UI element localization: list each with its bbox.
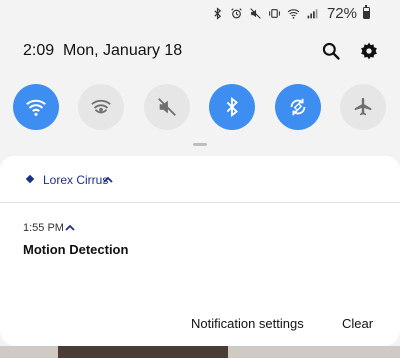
panel-header: 2:09 Mon, January 18: [0, 38, 400, 64]
battery-icon: [363, 5, 370, 19]
mute-icon: [158, 98, 176, 116]
toggle-wifi[interactable]: [13, 84, 59, 130]
notification-settings-button[interactable]: Notification settings: [191, 316, 304, 331]
wifi-icon: [26, 99, 46, 116]
bluetooth-icon: [211, 6, 224, 20]
status-bar: 72%: [0, 0, 400, 26]
signal-icon: [306, 7, 319, 20]
divider: [0, 202, 400, 203]
alarm-icon: [230, 7, 243, 20]
gear-icon: [361, 42, 377, 60]
search-icon: [322, 42, 340, 60]
battery-percent: 72%: [326, 4, 357, 22]
expand-chevron-icon[interactable]: [64, 221, 76, 233]
clock: 2:09: [23, 42, 55, 59]
wifi-icon: [287, 7, 300, 20]
background-wallpaper: [0, 346, 400, 358]
toggle-mobile-hotspot[interactable]: [78, 84, 124, 130]
vibrate-icon: [268, 7, 281, 20]
notification-app-header[interactable]: Lorex Cirrus: [0, 156, 400, 202]
bluetooth-icon: [226, 96, 238, 118]
app-icon: [25, 174, 35, 184]
notification-card[interactable]: Lorex Cirrus 1:55 PM Motion Detection No…: [0, 156, 400, 346]
clear-button[interactable]: Clear: [342, 316, 373, 331]
collapse-chevron-icon[interactable]: [102, 173, 114, 185]
toggle-auto-rotate[interactable]: [275, 84, 321, 130]
mute-icon: [249, 7, 262, 20]
search-button[interactable]: [319, 39, 343, 63]
notification-title: Motion Detection: [23, 242, 129, 257]
rotate-icon: [290, 98, 306, 116]
panel-drag-handle[interactable]: [193, 143, 207, 146]
date: Mon, January 18: [63, 42, 183, 59]
toggle-bluetooth[interactable]: [209, 84, 255, 130]
app-name: Lorex Cirrus: [43, 173, 109, 187]
toggle-sound[interactable]: [144, 84, 190, 130]
airplane-icon: [354, 97, 372, 116]
notification-actions: Notification settings Clear: [0, 312, 400, 338]
settings-button[interactable]: [357, 39, 381, 63]
notification-time: 1:55 PM: [23, 222, 64, 234]
hotspot-icon: [91, 99, 111, 114]
toggle-airplane-mode[interactable]: [340, 84, 386, 130]
